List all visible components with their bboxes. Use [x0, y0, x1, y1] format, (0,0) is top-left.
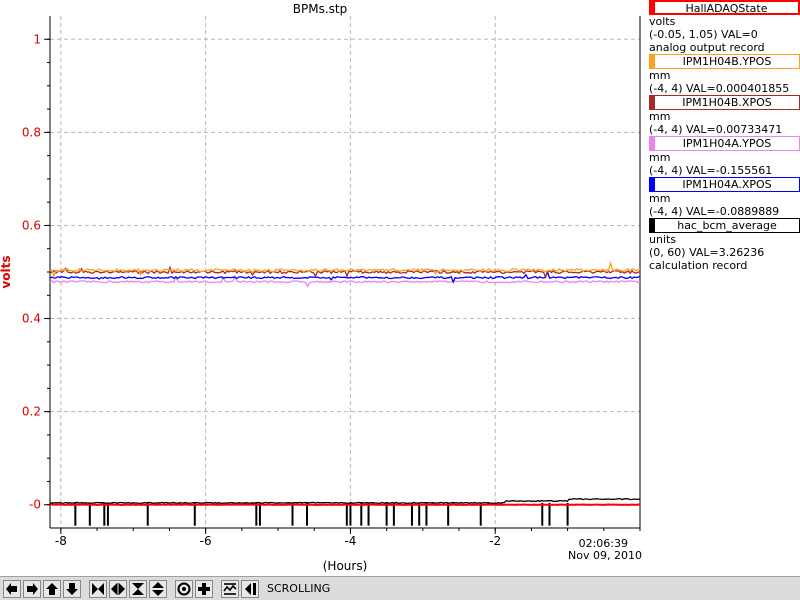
scroll-down-button[interactable]	[63, 579, 81, 598]
y-tick-label: 0.6	[22, 218, 41, 232]
legend-series-name[interactable]: IPM1H04A.XPOS	[649, 177, 800, 192]
x-tick-label: -2	[489, 534, 501, 548]
legend-range-value: (-4, 4) VAL=0.00733471	[649, 123, 783, 136]
legend-units: mm	[649, 192, 671, 205]
x-axis-ticks: -8 -6 -4 -2	[55, 528, 641, 548]
legend-series-name[interactable]: IPM1H04B.YPOS	[649, 54, 800, 69]
legend-entry-hac-bcm-average[interactable]: hac_bcm_average units (0, 60) VAL=3.26236 c…	[649, 218, 800, 272]
legend-range-value: (-4, 4) VAL=-0.155561	[649, 164, 773, 177]
add-pv-button[interactable]	[195, 579, 213, 598]
zoom-out-y-icon	[152, 581, 164, 596]
arrow-up-icon	[46, 582, 58, 595]
toolbar-buttons	[3, 579, 261, 598]
y-tick-label: 1	[33, 32, 41, 46]
scroll-left-button[interactable]	[3, 579, 21, 598]
scroll-status-label: SCROLLING	[267, 582, 331, 595]
legend-entry-ipm1h04b-ypos[interactable]: IPM1H04B.YPOS mm (-4, 4) VAL=0.000401855	[649, 54, 800, 95]
legend-entry-ipm1h04a-ypos[interactable]: IPM1H04A.YPOS mm (-4, 4) VAL=-0.155561	[649, 136, 800, 177]
zoom-out-x-icon	[111, 582, 125, 595]
y-tick-label: 0.4	[22, 312, 41, 326]
x-tick-label: -8	[55, 534, 67, 548]
legend-entry-ipm1h04b-xpos[interactable]: IPM1H04B.XPOS mm (-4, 4) VAL=0.00733471	[649, 95, 800, 136]
legend-units: units	[649, 233, 677, 246]
legend-units: mm	[649, 151, 671, 164]
series-line-halladaqstate	[50, 503, 641, 507]
x-tick-label: -6	[200, 534, 212, 548]
zoom-out-x-button[interactable]	[109, 579, 127, 598]
x-tick-label: -4	[344, 534, 356, 548]
toolbar: SCROLLING	[0, 576, 800, 600]
scroll-mode-icon	[223, 582, 237, 595]
y-tick-label: -0	[29, 498, 41, 512]
scroll-right-button[interactable]	[23, 579, 41, 598]
zoom-in-x-icon	[92, 582, 104, 595]
legend: HallADAQState volts (-0.05, 1.05) VAL=0 ana…	[649, 0, 800, 272]
y-tick-label: 0.2	[22, 405, 41, 419]
zoom-in-x-button[interactable]	[89, 579, 107, 598]
legend-entry-halladaqstate[interactable]: HallADAQState volts (-0.05, 1.05) VAL=0 ana…	[649, 0, 800, 54]
back-to-live-button[interactable]	[241, 579, 259, 598]
legend-range-value: (-4, 4) VAL=-0.0889889	[649, 205, 780, 218]
legend-series-name[interactable]: hac_bcm_average	[649, 218, 800, 233]
legend-range-value: (-0.05, 1.05) VAL=0	[649, 28, 758, 41]
legend-units: mm	[649, 110, 671, 123]
scrolling-mode-button[interactable]	[221, 579, 239, 598]
legend-range-value: (-4, 4) VAL=0.000401855	[649, 82, 790, 95]
legend-series-name[interactable]: IPM1H04B.XPOS	[649, 95, 800, 110]
zoom-out-y-button[interactable]	[149, 579, 167, 598]
end-date-label: Nov 09, 2010	[568, 549, 642, 562]
plus-icon	[198, 582, 210, 595]
legend-units: mm	[649, 69, 671, 82]
arrow-left-icon	[6, 582, 17, 595]
zoom-in-y-icon	[132, 582, 144, 595]
x-axis-label: (Hours)	[323, 559, 368, 573]
zoom-in-y-button[interactable]	[129, 579, 147, 598]
legend-record-type: analog output record	[649, 41, 765, 54]
y-axis-ticks: -0 0.2 0.4 0.6 0.8 1	[22, 32, 50, 512]
back-to-live-icon	[245, 582, 256, 595]
legend-series-name[interactable]: IPM1H04A.YPOS	[649, 136, 800, 151]
legend-range-value: (0, 60) VAL=3.26236	[649, 246, 765, 259]
arrow-down-icon	[66, 582, 78, 595]
y-axis-label: volts	[0, 255, 13, 288]
legend-entry-ipm1h04a-xpos[interactable]: IPM1H04A.XPOS mm (-4, 4) VAL=-0.0889889	[649, 177, 800, 218]
y-tick-label: 0.8	[22, 125, 41, 139]
scroll-up-button[interactable]	[43, 579, 61, 598]
auto-scale-button[interactable]	[175, 579, 193, 598]
arrow-right-icon	[27, 582, 38, 595]
legend-units: volts	[649, 15, 676, 28]
legend-record-type: calculation record	[649, 259, 748, 272]
target-icon	[177, 582, 191, 595]
legend-series-name[interactable]: HallADAQState	[649, 0, 800, 15]
